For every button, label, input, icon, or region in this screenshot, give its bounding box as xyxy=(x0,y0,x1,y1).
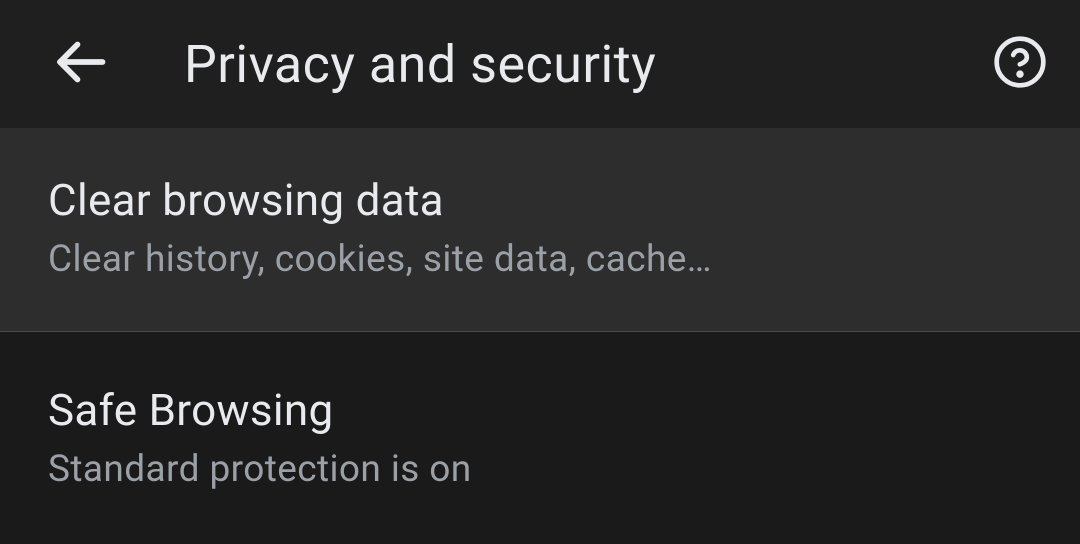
arrow-left-icon xyxy=(50,32,110,96)
item-subtitle: Clear history, cookies, site data, cache… xyxy=(48,238,1032,281)
header-bar: Privacy and security xyxy=(0,0,1080,128)
item-title: Safe Browsing xyxy=(48,384,1032,436)
settings-item-clear-browsing-data[interactable]: Clear browsing data Clear history, cooki… xyxy=(0,128,1080,332)
item-title: Clear browsing data xyxy=(48,174,1032,226)
item-subtitle: Standard protection is on xyxy=(48,448,1032,491)
settings-item-safe-browsing[interactable]: Safe Browsing Standard protection is on xyxy=(0,332,1080,511)
help-icon xyxy=(992,34,1048,94)
back-button[interactable] xyxy=(52,36,108,92)
help-button[interactable] xyxy=(990,34,1050,94)
page-title: Privacy and security xyxy=(184,34,914,95)
